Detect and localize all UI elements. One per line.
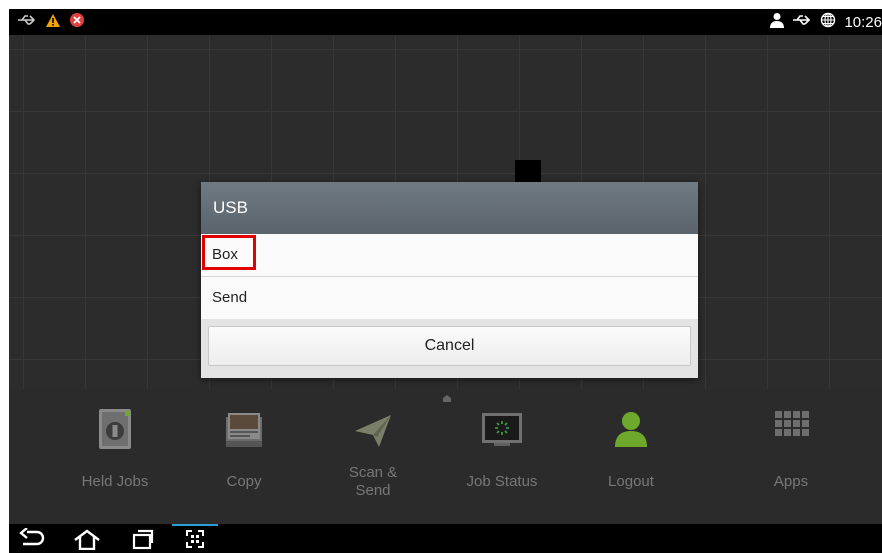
usb-icon: [17, 13, 37, 32]
dock-label: Scan & Send: [348, 464, 398, 499]
dock-label: Copy: [226, 473, 262, 490]
scan-send-icon: [351, 407, 395, 451]
clock-time: 10:26: [844, 13, 882, 31]
app-dock: Held Jobs Copy Scan & Send Job Status Lo: [9, 389, 882, 524]
job-status-icon: [480, 407, 524, 451]
screenshot-icon[interactable]: [172, 524, 218, 553]
error-icon: [69, 12, 85, 33]
dock-item-job-status[interactable]: Job Status: [447, 407, 557, 490]
copy-icon: [222, 407, 266, 451]
device-screen: 10:26 Held Jobs Copy Scan & Send Job Sta…: [9, 9, 882, 553]
home-icon[interactable]: [73, 528, 101, 553]
globe-icon: [820, 12, 836, 32]
dock-handle-icon[interactable]: [442, 394, 452, 402]
cancel-button[interactable]: Cancel: [208, 326, 691, 366]
dock-item-held-jobs[interactable]: Held Jobs: [60, 407, 170, 490]
recent-apps-icon[interactable]: [131, 528, 155, 553]
dialog-footer: Cancel: [201, 319, 698, 378]
option-label: Send: [212, 289, 248, 306]
navigation-bar: [9, 524, 882, 553]
dock-label: Logout: [608, 473, 654, 490]
dialog-option-send[interactable]: Send: [201, 277, 698, 320]
logout-icon: [609, 407, 653, 451]
dock-item-apps[interactable]: Apps: [736, 407, 846, 490]
dock-label: Apps: [773, 473, 809, 490]
warning-icon: [45, 13, 61, 33]
usb-icon: [792, 13, 812, 31]
dialog-title: USB: [201, 182, 698, 234]
dock-item-scan-send[interactable]: Scan & Send: [318, 407, 428, 499]
dialog-option-box[interactable]: Box: [201, 234, 698, 277]
held-jobs-icon: [93, 407, 137, 451]
dock-label: Job Status: [466, 473, 538, 490]
apps-icon: [769, 407, 813, 451]
dock-item-logout[interactable]: Logout: [576, 407, 686, 490]
back-icon[interactable]: [19, 527, 45, 553]
dock-label: Held Jobs: [81, 473, 149, 490]
usb-dialog: USB Box Send Cancel: [201, 182, 698, 378]
option-label: Box: [212, 246, 238, 263]
status-bar: 10:26: [9, 9, 882, 35]
dock-item-copy[interactable]: Copy: [189, 407, 299, 490]
user-icon: [770, 12, 785, 32]
